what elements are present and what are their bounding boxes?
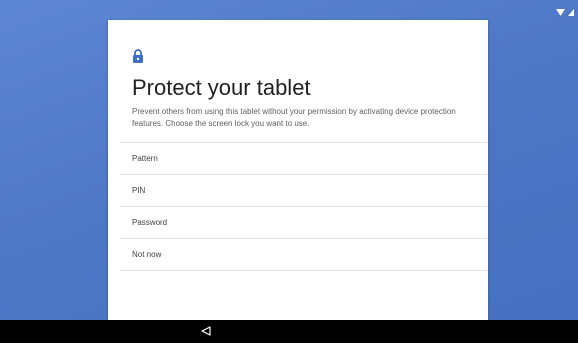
option-not-now[interactable]: Not now: [120, 238, 488, 271]
option-label: PIN: [132, 186, 146, 195]
back-button[interactable]: [200, 325, 212, 337]
option-label: Password: [132, 218, 168, 227]
status-bar: [0, 0, 578, 20]
lock-icon: [132, 49, 144, 63]
back-icon: [201, 326, 211, 336]
status-icons: [556, 3, 574, 21]
signal-icon: [568, 3, 574, 21]
option-label: Pattern: [132, 154, 158, 163]
page-title: Protect your tablet: [132, 75, 311, 100]
navigation-bar: [0, 320, 578, 343]
tablet-screen: Protect your tablet Prevent others from …: [0, 0, 578, 343]
option-pattern[interactable]: Pattern: [120, 142, 488, 174]
option-password[interactable]: Password: [120, 206, 488, 238]
option-pin[interactable]: PIN: [120, 174, 488, 206]
option-label: Not now: [132, 250, 162, 259]
page-description: Prevent others from using this tablet wi…: [132, 107, 456, 128]
wifi-icon: [556, 3, 565, 21]
screen-lock-dialog: Protect your tablet Prevent others from …: [108, 20, 488, 320]
screen-lock-options: Pattern PIN Password Not now: [120, 142, 488, 271]
